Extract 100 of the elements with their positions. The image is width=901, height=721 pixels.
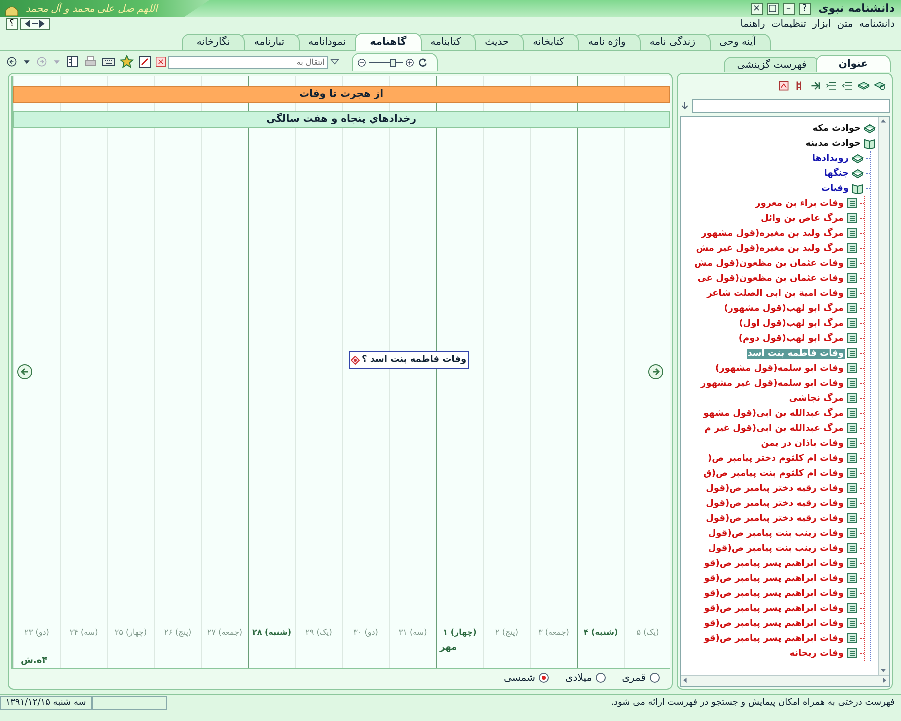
scroll-left-icon[interactable] — [681, 676, 690, 685]
tree-item[interactable]: حوادث مکه — [812, 124, 862, 134]
book-icon[interactable] — [858, 80, 870, 92]
document-icon — [847, 213, 858, 224]
panel-tab[interactable]: عنوان — [816, 55, 891, 72]
tree-item[interactable]: مرگ ابو لهب(قول دوم) — [738, 334, 845, 344]
tree-item[interactable]: وفات باذان در یمن — [760, 438, 845, 448]
document-icon — [847, 573, 858, 584]
document-icon — [847, 258, 858, 269]
calligraphy-text: اللهم صل علی محمد و آل محمد — [26, 2, 158, 14]
document-icon — [847, 348, 858, 359]
menu-item[interactable]: ابزار — [812, 18, 832, 30]
document-icon — [847, 303, 858, 314]
collapse-list-icon[interactable] — [826, 80, 838, 92]
tree-item[interactable]: وفات رقیه دختر پیامبر ص(قول — [705, 484, 845, 494]
tree-item[interactable]: مرگ نجاشی — [788, 394, 845, 404]
document-icon — [847, 243, 858, 254]
minimize-button[interactable]: – — [782, 2, 795, 14]
tree-item[interactable]: وفات زینب بنت پیامبر ص(قول — [707, 528, 845, 538]
back-icon[interactable] — [6, 56, 18, 68]
tree-item[interactable]: وفات ابراهیم پسر پیامبر ص(قو — [703, 574, 845, 584]
window-title: دانشنامه نبوی — [818, 2, 895, 15]
tree-item[interactable]: رویدادها — [811, 154, 850, 164]
tree-item[interactable]: وفات ابراهیم پسر پیامبر ص(قو — [703, 634, 845, 644]
star-icon[interactable] — [120, 55, 134, 69]
tree-item[interactable]: حوادث مدینه — [804, 138, 862, 148]
document-icon — [847, 603, 858, 614]
tree-item[interactable]: مرگ عبدالله بن ابی(قول غیر م — [704, 424, 845, 434]
tree-item[interactable]: وفات ابراهیم پسر پیامبر ص(قو — [703, 618, 845, 628]
panel-icon[interactable] — [66, 55, 80, 69]
tree-item[interactable]: مرگ ولید بن مغیره(قول غیر مش — [695, 244, 845, 254]
document-icon — [847, 423, 858, 434]
timeline-band: رخدادهاي پنجاه و هفت سالگي — [13, 111, 670, 128]
tree-item[interactable]: مرگ ولید بن مغیره(قول مشهور — [700, 228, 845, 238]
zoom-out-icon[interactable] — [357, 58, 367, 68]
refresh-icon[interactable] — [417, 56, 429, 68]
dropdown-caret-icon[interactable] — [330, 57, 340, 67]
tree-item[interactable]: وفات براء بن معرور — [754, 198, 845, 208]
menu-item[interactable]: دانشنامه — [859, 18, 895, 30]
help-button[interactable]: ? — [798, 2, 811, 14]
document-icon — [847, 633, 858, 644]
tree-item[interactable]: وفات ریحانه — [788, 648, 845, 658]
status-message: فهرست درختی به همراه امکان پیمایش و جستجو در فهرست ارائه می شود. — [610, 698, 896, 708]
document-icon — [847, 468, 858, 479]
menu-item[interactable]: راهنما — [740, 18, 766, 30]
tree-item[interactable]: وفیات — [820, 184, 850, 194]
tree-item[interactable]: جنگها — [823, 168, 850, 178]
tree-item[interactable]: وفات ابراهیم پسر پیامبر ص(قو — [703, 604, 845, 614]
tree-item[interactable]: وفات ابو سلمه(قول غیر مشهور — [700, 378, 845, 388]
horizontal-scrollbar[interactable] — [681, 675, 889, 686]
navigation-control[interactable] — [20, 18, 50, 30]
axis-label: (چهار) ۲۵ — [114, 628, 148, 637]
clear-icon[interactable] — [156, 57, 166, 67]
calendar-radio[interactable]: میلادی — [565, 672, 606, 684]
close-button[interactable]: × — [750, 2, 763, 14]
goto-field[interactable]: انتقال به — [168, 56, 328, 68]
status-date: سه شنبه ۱۳۹۱/۱۲/۱۵ — [0, 696, 92, 710]
tree-item[interactable]: وفات عثمان بن مظعون(قول غی — [696, 274, 845, 284]
search-field[interactable] — [692, 99, 890, 113]
expand-list-icon[interactable] — [842, 80, 854, 92]
document-icon — [847, 558, 858, 569]
axis-label: (سه) ۲۴ — [68, 628, 100, 637]
axis-label: (جمعه) ۲۷ — [206, 628, 244, 637]
tree-item[interactable]: مرگ ابو لهب(قول مشهور) — [723, 304, 845, 314]
timeline-event[interactable]: وفات فاطمه بنت اسد ؟ — [349, 351, 469, 369]
tree-item[interactable]: مرگ عاص بن وائل — [760, 214, 845, 224]
slider-thumb[interactable] — [390, 58, 396, 66]
diamond-icon — [351, 356, 360, 364]
document-icon — [847, 648, 858, 659]
document-icon — [847, 453, 858, 464]
tree-item[interactable]: مرگ عبدالله بن ابی(قول مشهو — [702, 408, 845, 418]
menu-item[interactable]: تنظیمات — [771, 18, 807, 30]
axis-label: (جمعه) ۳ — [538, 628, 570, 637]
calendar-radio[interactable]: شمسی — [504, 672, 550, 684]
menu-item[interactable]: متن — [837, 18, 854, 30]
tree-item[interactable]: وفات ام کلثوم دختر پیامبر ص( — [707, 454, 845, 464]
tree-item[interactable]: مرگ ابو لهب(قول اول) — [738, 318, 845, 328]
edit-icon[interactable] — [138, 55, 152, 69]
tree-item[interactable]: وفات زینب بنت پیامبر ص(قول — [707, 544, 845, 554]
vertical-scrollbar[interactable] — [878, 117, 889, 675]
zoom-in-icon[interactable] — [405, 58, 415, 68]
tree-item[interactable]: وفات رقیه دختر پیامبر ص(قول — [705, 514, 845, 524]
tab[interactable]: نگارخانه — [182, 34, 246, 50]
tree-item[interactable]: وفات ام کلثوم بنت پیامبر ص(ق — [702, 468, 845, 478]
tree-item[interactable]: وفات ابو سلمه(قول مشهور) — [714, 364, 845, 374]
tree-item[interactable]: وفات امیة بن ابی الصلت شاعر — [706, 288, 845, 298]
tree-item[interactable]: وفات ابراهیم پسر پیامبر ص(قو — [703, 588, 845, 598]
book-search-icon[interactable] — [874, 80, 886, 92]
help-button[interactable]: ؟ — [6, 18, 18, 30]
year-label: ۴ه.ش — [21, 656, 48, 666]
maximize-button[interactable]: □ — [766, 2, 779, 14]
document-icon — [847, 618, 858, 629]
document-icon — [847, 228, 858, 239]
tree-item[interactable]: وفات رقیه دختر پیامبر ص(قول — [705, 498, 845, 508]
tab[interactable]: گاهنامه — [355, 33, 422, 51]
scroll-up-icon[interactable] — [879, 117, 888, 126]
tree-item[interactable]: وفات عثمان بن مظعون(قول مش — [694, 258, 845, 268]
tree-item[interactable]: وفات ابراهیم پسر پیامبر ص(قو — [703, 558, 845, 568]
calendar-radio[interactable]: قمری — [622, 672, 660, 684]
down-arrow-icon[interactable] — [680, 100, 690, 112]
